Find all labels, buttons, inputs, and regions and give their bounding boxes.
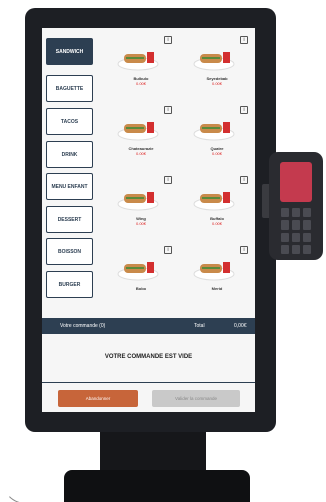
food-image: [193, 122, 235, 141]
order-total-label: Total: [194, 323, 205, 329]
category-tacos[interactable]: TACOS: [46, 108, 93, 135]
divider: [42, 382, 255, 383]
info-icon[interactable]: i: [240, 246, 248, 254]
product-tile[interactable]: i Quatre 0.00€: [182, 104, 252, 156]
category-sidebar: SANDWICH BAGUETTE TACOS DRINK MENU ENFAN…: [42, 28, 98, 298]
product-tile[interactable]: i Buffalo 0.00€: [182, 174, 252, 226]
keypad-key[interactable]: [303, 220, 311, 230]
kiosk-base: [64, 470, 250, 502]
product-name: Bobo: [135, 286, 147, 291]
keypad-key[interactable]: [292, 244, 300, 254]
food-image: [193, 52, 235, 71]
payment-keypad[interactable]: [281, 208, 311, 254]
info-icon[interactable]: i: [164, 246, 172, 254]
category-sandwich[interactable]: SANDWICH: [46, 38, 93, 65]
kiosk-photo: SANDWICH BAGUETTE TACOS DRINK MENU ENFAN…: [0, 0, 326, 502]
validate-order-button[interactable]: Valider la commande: [152, 390, 240, 407]
info-icon[interactable]: i: [240, 36, 248, 44]
food-image: [117, 52, 159, 71]
keypad-key[interactable]: [281, 244, 289, 254]
product-price: 0.00€: [135, 81, 146, 86]
food-image: [193, 192, 235, 211]
keypad-key[interactable]: [303, 244, 311, 254]
product-price: 0.00€: [135, 151, 146, 156]
food-image: [193, 262, 235, 281]
info-icon[interactable]: i: [240, 176, 248, 184]
product-price: 0.00€: [211, 221, 222, 226]
keypad-key[interactable]: [292, 220, 300, 230]
order-count-label: Votre commande (0): [60, 323, 106, 329]
product-tile[interactable]: i Seyedebab 0.00€: [182, 34, 252, 86]
product-price: 0.00€: [211, 151, 222, 156]
category-boisson[interactable]: BOISSON: [46, 238, 93, 265]
food-image: [117, 262, 159, 281]
order-summary-bar: Votre commande (0) Total 0,00€: [42, 318, 255, 334]
keypad-key[interactable]: [281, 220, 289, 230]
info-icon[interactable]: i: [164, 36, 172, 44]
product-tile[interactable]: i Merid: [182, 244, 252, 296]
keypad-key[interactable]: [292, 232, 300, 242]
keypad-key[interactable]: [281, 232, 289, 242]
category-burger[interactable]: BURGER: [46, 271, 93, 298]
product-price: 0.00€: [211, 81, 222, 86]
keypad-key[interactable]: [281, 208, 289, 218]
product-name: Merid: [211, 286, 223, 291]
kiosk-stand: [100, 428, 206, 476]
keypad-key[interactable]: [292, 208, 300, 218]
category-menu-enfant[interactable]: MENU ENFANT: [46, 173, 93, 200]
info-icon[interactable]: i: [164, 106, 172, 114]
kiosk-screen: SANDWICH BAGUETTE TACOS DRINK MENU ENFAN…: [42, 28, 255, 412]
category-drink[interactable]: DRINK: [46, 141, 93, 168]
order-total-value: 0,00€: [234, 323, 247, 329]
product-price: 0.00€: [135, 221, 146, 226]
info-icon[interactable]: i: [240, 106, 248, 114]
food-image: [117, 192, 159, 211]
product-tile[interactable]: i Bulbulo 0.00€: [106, 34, 176, 86]
category-baguette[interactable]: BAGUETTE: [46, 75, 93, 102]
product-tile[interactable]: i Bobo: [106, 244, 176, 296]
category-dessert[interactable]: DESSERT: [46, 206, 93, 233]
abandon-button[interactable]: Abandonner: [58, 390, 138, 407]
keypad-key[interactable]: [303, 232, 311, 242]
payment-terminal-screen: [280, 162, 312, 202]
keypad-key[interactable]: [303, 208, 311, 218]
info-icon[interactable]: i: [164, 176, 172, 184]
product-grid: i Bulbulo 0.00€ i Seyedebab 0.00€ i Chat…: [102, 34, 255, 296]
product-tile[interactable]: i Chateaurazie 0.00€: [106, 104, 176, 156]
product-tile[interactable]: i Wing 0.00€: [106, 174, 176, 226]
empty-order-message: VOTRE COMMANDE EST VIDE: [104, 354, 193, 360]
food-image: [117, 122, 159, 141]
